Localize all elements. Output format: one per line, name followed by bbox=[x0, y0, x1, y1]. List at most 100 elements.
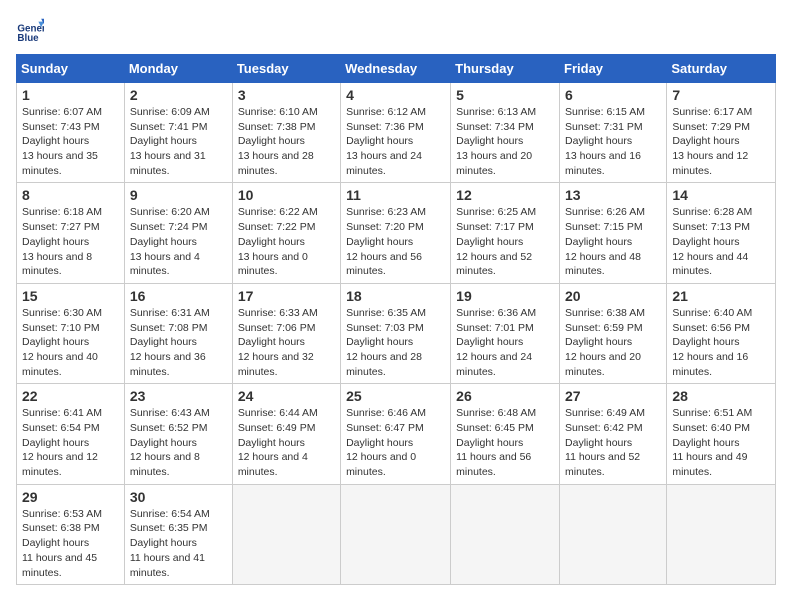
sun-info: Sunrise: 6:30 AM Sunset: 7:10 PM Dayligh… bbox=[22, 306, 119, 379]
calendar-cell: 19 Sunrise: 6:36 AM Sunset: 7:01 PM Dayl… bbox=[451, 283, 560, 383]
logo-icon: General Blue bbox=[16, 16, 44, 44]
day-number: 13 bbox=[565, 187, 661, 203]
day-number: 26 bbox=[456, 388, 554, 404]
col-header-monday: Monday bbox=[124, 55, 232, 83]
day-number: 6 bbox=[565, 87, 661, 103]
col-header-tuesday: Tuesday bbox=[232, 55, 340, 83]
sun-info: Sunrise: 6:38 AM Sunset: 6:59 PM Dayligh… bbox=[565, 306, 661, 379]
day-number: 16 bbox=[130, 288, 227, 304]
sun-info: Sunrise: 6:26 AM Sunset: 7:15 PM Dayligh… bbox=[565, 205, 661, 278]
sun-info: Sunrise: 6:09 AM Sunset: 7:41 PM Dayligh… bbox=[130, 105, 227, 178]
calendar-cell: 29 Sunrise: 6:53 AM Sunset: 6:38 PM Dayl… bbox=[17, 484, 125, 584]
calendar-cell: 16 Sunrise: 6:31 AM Sunset: 7:08 PM Dayl… bbox=[124, 283, 232, 383]
sun-info: Sunrise: 6:07 AM Sunset: 7:43 PM Dayligh… bbox=[22, 105, 119, 178]
svg-text:Blue: Blue bbox=[17, 33, 39, 44]
calendar-cell: 2 Sunrise: 6:09 AM Sunset: 7:41 PM Dayli… bbox=[124, 83, 232, 183]
col-header-sunday: Sunday bbox=[17, 55, 125, 83]
logo: General Blue bbox=[16, 16, 52, 44]
day-number: 7 bbox=[672, 87, 770, 103]
sun-info: Sunrise: 6:15 AM Sunset: 7:31 PM Dayligh… bbox=[565, 105, 661, 178]
day-number: 15 bbox=[22, 288, 119, 304]
sun-info: Sunrise: 6:12 AM Sunset: 7:36 PM Dayligh… bbox=[346, 105, 445, 178]
calendar-cell: 30 Sunrise: 6:54 AM Sunset: 6:35 PM Dayl… bbox=[124, 484, 232, 584]
col-header-friday: Friday bbox=[560, 55, 667, 83]
sun-info: Sunrise: 6:13 AM Sunset: 7:34 PM Dayligh… bbox=[456, 105, 554, 178]
calendar-cell: 25 Sunrise: 6:46 AM Sunset: 6:47 PM Dayl… bbox=[341, 384, 451, 484]
calendar-cell: 9 Sunrise: 6:20 AM Sunset: 7:24 PM Dayli… bbox=[124, 183, 232, 283]
sun-info: Sunrise: 6:22 AM Sunset: 7:22 PM Dayligh… bbox=[238, 205, 335, 278]
calendar-cell bbox=[451, 484, 560, 584]
calendar-table: SundayMondayTuesdayWednesdayThursdayFrid… bbox=[16, 54, 776, 585]
calendar-cell: 14 Sunrise: 6:28 AM Sunset: 7:13 PM Dayl… bbox=[667, 183, 776, 283]
calendar-cell: 26 Sunrise: 6:48 AM Sunset: 6:45 PM Dayl… bbox=[451, 384, 560, 484]
calendar-cell: 11 Sunrise: 6:23 AM Sunset: 7:20 PM Dayl… bbox=[341, 183, 451, 283]
col-header-wednesday: Wednesday bbox=[341, 55, 451, 83]
sun-info: Sunrise: 6:25 AM Sunset: 7:17 PM Dayligh… bbox=[456, 205, 554, 278]
day-number: 14 bbox=[672, 187, 770, 203]
day-number: 24 bbox=[238, 388, 335, 404]
day-number: 1 bbox=[22, 87, 119, 103]
calendar-cell: 15 Sunrise: 6:30 AM Sunset: 7:10 PM Dayl… bbox=[17, 283, 125, 383]
calendar-cell: 13 Sunrise: 6:26 AM Sunset: 7:15 PM Dayl… bbox=[560, 183, 667, 283]
calendar-cell: 8 Sunrise: 6:18 AM Sunset: 7:27 PM Dayli… bbox=[17, 183, 125, 283]
calendar-cell: 3 Sunrise: 6:10 AM Sunset: 7:38 PM Dayli… bbox=[232, 83, 340, 183]
page-header: General Blue bbox=[16, 16, 776, 44]
sun-info: Sunrise: 6:33 AM Sunset: 7:06 PM Dayligh… bbox=[238, 306, 335, 379]
day-number: 19 bbox=[456, 288, 554, 304]
calendar-cell: 20 Sunrise: 6:38 AM Sunset: 6:59 PM Dayl… bbox=[560, 283, 667, 383]
calendar-cell: 6 Sunrise: 6:15 AM Sunset: 7:31 PM Dayli… bbox=[560, 83, 667, 183]
sun-info: Sunrise: 6:49 AM Sunset: 6:42 PM Dayligh… bbox=[565, 406, 661, 479]
sun-info: Sunrise: 6:18 AM Sunset: 7:27 PM Dayligh… bbox=[22, 205, 119, 278]
day-number: 12 bbox=[456, 187, 554, 203]
calendar-cell: 12 Sunrise: 6:25 AM Sunset: 7:17 PM Dayl… bbox=[451, 183, 560, 283]
calendar-cell: 10 Sunrise: 6:22 AM Sunset: 7:22 PM Dayl… bbox=[232, 183, 340, 283]
day-number: 17 bbox=[238, 288, 335, 304]
day-number: 21 bbox=[672, 288, 770, 304]
day-number: 10 bbox=[238, 187, 335, 203]
sun-info: Sunrise: 6:31 AM Sunset: 7:08 PM Dayligh… bbox=[130, 306, 227, 379]
day-number: 3 bbox=[238, 87, 335, 103]
calendar-cell bbox=[341, 484, 451, 584]
calendar-cell: 24 Sunrise: 6:44 AM Sunset: 6:49 PM Dayl… bbox=[232, 384, 340, 484]
sun-info: Sunrise: 6:36 AM Sunset: 7:01 PM Dayligh… bbox=[456, 306, 554, 379]
sun-info: Sunrise: 6:10 AM Sunset: 7:38 PM Dayligh… bbox=[238, 105, 335, 178]
day-number: 11 bbox=[346, 187, 445, 203]
calendar-cell: 1 Sunrise: 6:07 AM Sunset: 7:43 PM Dayli… bbox=[17, 83, 125, 183]
calendar-cell: 5 Sunrise: 6:13 AM Sunset: 7:34 PM Dayli… bbox=[451, 83, 560, 183]
sun-info: Sunrise: 6:53 AM Sunset: 6:38 PM Dayligh… bbox=[22, 507, 119, 580]
day-number: 18 bbox=[346, 288, 445, 304]
col-header-saturday: Saturday bbox=[667, 55, 776, 83]
day-number: 25 bbox=[346, 388, 445, 404]
day-number: 9 bbox=[130, 187, 227, 203]
calendar-cell: 17 Sunrise: 6:33 AM Sunset: 7:06 PM Dayl… bbox=[232, 283, 340, 383]
calendar-cell bbox=[232, 484, 340, 584]
day-number: 2 bbox=[130, 87, 227, 103]
day-number: 5 bbox=[456, 87, 554, 103]
calendar-cell: 7 Sunrise: 6:17 AM Sunset: 7:29 PM Dayli… bbox=[667, 83, 776, 183]
sun-info: Sunrise: 6:46 AM Sunset: 6:47 PM Dayligh… bbox=[346, 406, 445, 479]
sun-info: Sunrise: 6:35 AM Sunset: 7:03 PM Dayligh… bbox=[346, 306, 445, 379]
calendar-cell: 27 Sunrise: 6:49 AM Sunset: 6:42 PM Dayl… bbox=[560, 384, 667, 484]
calendar-cell: 21 Sunrise: 6:40 AM Sunset: 6:56 PM Dayl… bbox=[667, 283, 776, 383]
sun-info: Sunrise: 6:48 AM Sunset: 6:45 PM Dayligh… bbox=[456, 406, 554, 479]
calendar-cell bbox=[560, 484, 667, 584]
sun-info: Sunrise: 6:44 AM Sunset: 6:49 PM Dayligh… bbox=[238, 406, 335, 479]
calendar-cell: 28 Sunrise: 6:51 AM Sunset: 6:40 PM Dayl… bbox=[667, 384, 776, 484]
calendar-cell: 18 Sunrise: 6:35 AM Sunset: 7:03 PM Dayl… bbox=[341, 283, 451, 383]
calendar-cell: 22 Sunrise: 6:41 AM Sunset: 6:54 PM Dayl… bbox=[17, 384, 125, 484]
sun-info: Sunrise: 6:41 AM Sunset: 6:54 PM Dayligh… bbox=[22, 406, 119, 479]
day-number: 22 bbox=[22, 388, 119, 404]
calendar-cell bbox=[667, 484, 776, 584]
sun-info: Sunrise: 6:28 AM Sunset: 7:13 PM Dayligh… bbox=[672, 205, 770, 278]
day-number: 28 bbox=[672, 388, 770, 404]
day-number: 20 bbox=[565, 288, 661, 304]
day-number: 23 bbox=[130, 388, 227, 404]
sun-info: Sunrise: 6:43 AM Sunset: 6:52 PM Dayligh… bbox=[130, 406, 227, 479]
day-number: 8 bbox=[22, 187, 119, 203]
day-number: 27 bbox=[565, 388, 661, 404]
sun-info: Sunrise: 6:51 AM Sunset: 6:40 PM Dayligh… bbox=[672, 406, 770, 479]
col-header-thursday: Thursday bbox=[451, 55, 560, 83]
calendar-cell: 4 Sunrise: 6:12 AM Sunset: 7:36 PM Dayli… bbox=[341, 83, 451, 183]
sun-info: Sunrise: 6:17 AM Sunset: 7:29 PM Dayligh… bbox=[672, 105, 770, 178]
sun-info: Sunrise: 6:20 AM Sunset: 7:24 PM Dayligh… bbox=[130, 205, 227, 278]
